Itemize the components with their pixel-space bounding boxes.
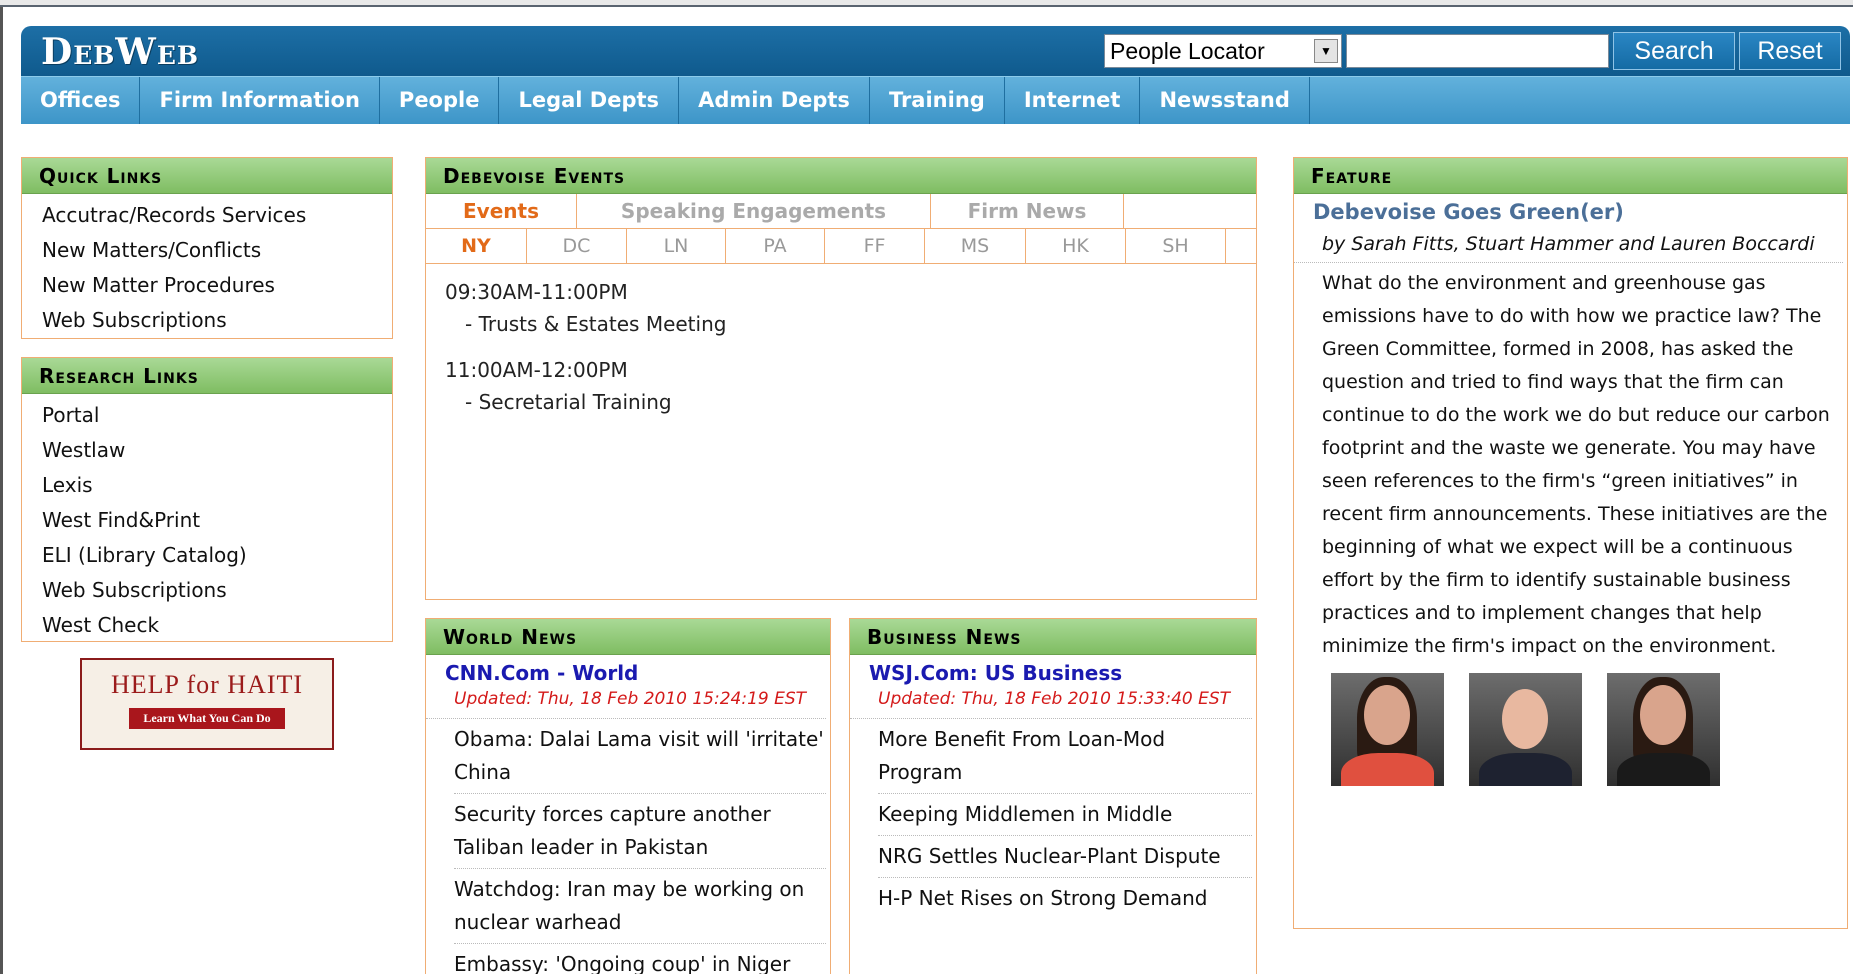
research-links-panel: Research Links Portal Westlaw Lexis West…: [21, 357, 393, 642]
business-news-source[interactable]: WSJ.Com: US Business: [850, 655, 1256, 685]
nav-item-training[interactable]: Training: [870, 77, 1005, 124]
world-news-panel: World News CNN.Com - World Updated: Thu,…: [425, 618, 831, 974]
world-news-title: World News: [426, 619, 830, 655]
chevron-down-icon[interactable]: ▼: [1314, 39, 1338, 63]
events-panel: Debevoise Events Events Speaking Engagem…: [425, 157, 1257, 600]
quick-links-panel: Quick Links Accutrac/Records Services Ne…: [21, 157, 393, 339]
feature-title: Feature: [1294, 158, 1847, 194]
research-links-title: Research Links: [22, 358, 392, 394]
feature-byline: by Sarah Fitts, Stuart Hammer and Lauren…: [1294, 224, 1843, 263]
event-list: 09:30AM-11:00PM - Trusts & Estates Meeti…: [426, 280, 1256, 420]
feature-photos: [1294, 663, 1847, 786]
window-top-frame: [0, 0, 1853, 7]
tab-office-ny[interactable]: NY: [426, 229, 527, 263]
search-button[interactable]: Search: [1613, 32, 1735, 70]
tab-office-ms[interactable]: MS: [925, 229, 1026, 263]
research-link-portal[interactable]: Portal: [42, 398, 392, 433]
business-news-title: Business News: [850, 619, 1256, 655]
main-nav: Offices Firm Information People Legal De…: [21, 76, 1850, 124]
research-link-lexis[interactable]: Lexis: [42, 468, 392, 503]
help-haiti-button[interactable]: Learn What You Can Do: [129, 708, 285, 729]
business-news-updated: Updated: Thu, 18 Feb 2010 15:33:40 EST: [850, 685, 1252, 719]
news-item[interactable]: Keeping Middlemen in Middle: [878, 794, 1252, 836]
help-haiti-title: HELP for HAITI: [110, 670, 304, 699]
research-link-west-check[interactable]: West Check: [42, 608, 392, 643]
world-news-list: Obama: Dalai Lama visit will 'irritate' …: [426, 719, 830, 974]
quick-link-new-matters[interactable]: New Matters/Conflicts: [42, 233, 392, 268]
news-item[interactable]: NRG Settles Nuclear-Plant Dispute: [878, 836, 1252, 878]
quick-link-web-subscriptions[interactable]: Web Subscriptions: [42, 303, 392, 338]
tab-office-ln[interactable]: LN: [627, 229, 726, 263]
author-photo: [1469, 673, 1582, 786]
event-time: 09:30AM-11:00PM: [445, 280, 628, 304]
nav-item-offices[interactable]: Offices: [21, 77, 141, 124]
nav-item-admin-depts[interactable]: Admin Depts: [679, 77, 870, 124]
news-item[interactable]: Watchdog: Iran may be working on nuclear…: [454, 869, 826, 944]
news-item[interactable]: Security forces capture another Taliban …: [454, 794, 826, 869]
author-photo: [1607, 673, 1720, 786]
window-left-frame: [0, 7, 3, 974]
tab-office-ff[interactable]: FF: [825, 229, 925, 263]
tab-office-sh[interactable]: SH: [1126, 229, 1226, 263]
tab-office-pa[interactable]: PA: [726, 229, 825, 263]
help-haiti-banner[interactable]: HELP for HAITI Learn What You Can Do: [80, 658, 334, 750]
people-locator-value: People Locator: [1110, 38, 1265, 64]
nav-item-newsstand[interactable]: Newsstand: [1140, 77, 1310, 124]
nav-item-internet[interactable]: Internet: [1005, 77, 1141, 124]
news-item[interactable]: Embassy: 'Ongoing coup' in Niger: [454, 944, 826, 974]
tab-firm-news[interactable]: Firm News: [931, 194, 1124, 228]
reset-button[interactable]: Reset: [1739, 32, 1841, 70]
feature-headline[interactable]: Debevoise Goes Green(er): [1294, 194, 1847, 224]
event-time: 11:00AM-12:00PM: [445, 358, 628, 382]
research-link-westlaw[interactable]: Westlaw: [42, 433, 392, 468]
world-news-updated: Updated: Thu, 18 Feb 2010 15:24:19 EST: [426, 685, 826, 719]
research-link-web-subscriptions[interactable]: Web Subscriptions: [42, 573, 392, 608]
news-item[interactable]: More Benefit From Loan-Mod Program: [878, 719, 1252, 794]
nav-item-legal-depts[interactable]: Legal Depts: [499, 77, 680, 124]
header-bar: DebWeb People Locator ▼ Search Reset: [21, 26, 1850, 76]
feature-panel: Feature Debevoise Goes Green(er) by Sara…: [1293, 157, 1848, 929]
tab-office-dc[interactable]: DC: [527, 229, 627, 263]
site-header: DebWeb People Locator ▼ Search Reset Off…: [21, 26, 1850, 124]
nav-item-people[interactable]: People: [380, 77, 500, 124]
office-tab-bar: NY DC LN PA FF MS HK SH: [426, 229, 1256, 264]
events-tab-bar: Events Speaking Engagements Firm News: [426, 194, 1256, 229]
news-item[interactable]: H-P Net Rises on Strong Demand: [878, 878, 1252, 919]
author-photo: [1331, 673, 1444, 786]
research-link-west-find-print[interactable]: West Find&Print: [42, 503, 392, 538]
tab-office-hk[interactable]: HK: [1026, 229, 1126, 263]
quick-link-new-matter-procedures[interactable]: New Matter Procedures: [42, 268, 392, 303]
event-title[interactable]: - Trusts & Estates Meeting: [445, 306, 1256, 342]
business-news-list: More Benefit From Loan-Mod Program Keepi…: [850, 719, 1256, 919]
research-link-eli[interactable]: ELI (Library Catalog): [42, 538, 392, 573]
quick-link-accutrac[interactable]: Accutrac/Records Services: [42, 198, 392, 233]
tab-events[interactable]: Events: [426, 194, 577, 228]
feature-body: What do the environment and greenhouse g…: [1322, 272, 1830, 657]
quick-links-title: Quick Links: [22, 158, 392, 194]
people-locator-select[interactable]: People Locator ▼: [1104, 34, 1342, 68]
business-news-panel: Business News WSJ.Com: US Business Updat…: [849, 618, 1257, 974]
news-item[interactable]: Obama: Dalai Lama visit will 'irritate' …: [454, 719, 826, 794]
tab-speaking-engagements[interactable]: Speaking Engagements: [577, 194, 931, 228]
site-logo[interactable]: DebWeb: [41, 31, 199, 73]
search-input[interactable]: [1346, 34, 1609, 68]
events-title: Debevoise Events: [426, 158, 1256, 194]
event-title[interactable]: - Secretarial Training: [445, 384, 1256, 420]
nav-item-firm-information[interactable]: Firm Information: [140, 77, 380, 124]
world-news-source[interactable]: CNN.Com - World: [426, 655, 830, 685]
